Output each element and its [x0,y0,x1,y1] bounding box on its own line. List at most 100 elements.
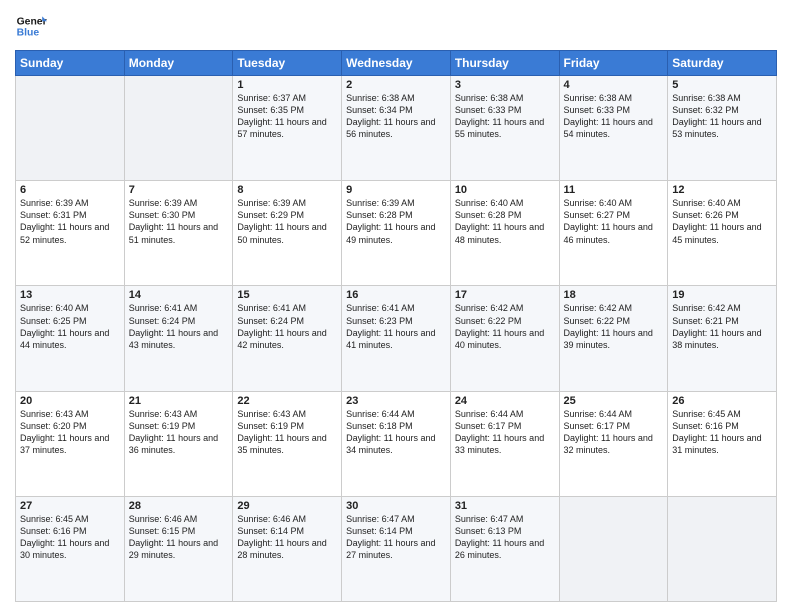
calendar-cell [559,496,668,601]
calendar-week-row: 6Sunrise: 6:39 AM Sunset: 6:31 PM Daylig… [16,181,777,286]
page-container: General Blue SundayMondayTuesdayWednesda… [0,0,792,612]
day-number: 24 [455,395,555,407]
day-number: 17 [455,289,555,301]
day-number: 18 [564,289,664,301]
day-info: Sunrise: 6:38 AM Sunset: 6:34 PM Dayligh… [346,92,446,141]
calendar-cell: 20Sunrise: 6:43 AM Sunset: 6:20 PM Dayli… [16,391,125,496]
day-info: Sunrise: 6:44 AM Sunset: 6:18 PM Dayligh… [346,408,446,457]
calendar-cell [16,76,125,181]
day-number: 9 [346,184,446,196]
day-info: Sunrise: 6:45 AM Sunset: 6:16 PM Dayligh… [20,513,120,562]
day-number: 23 [346,395,446,407]
day-number: 10 [455,184,555,196]
weekday-header-tuesday: Tuesday [233,51,342,76]
calendar-cell: 24Sunrise: 6:44 AM Sunset: 6:17 PM Dayli… [450,391,559,496]
weekday-header-row: SundayMondayTuesdayWednesdayThursdayFrid… [16,51,777,76]
day-info: Sunrise: 6:38 AM Sunset: 6:32 PM Dayligh… [672,92,772,141]
day-number: 25 [564,395,664,407]
day-info: Sunrise: 6:41 AM Sunset: 6:24 PM Dayligh… [129,302,229,351]
day-info: Sunrise: 6:37 AM Sunset: 6:35 PM Dayligh… [237,92,337,141]
day-number: 26 [672,395,772,407]
calendar-cell [124,76,233,181]
day-number: 5 [672,79,772,91]
calendar-cell: 22Sunrise: 6:43 AM Sunset: 6:19 PM Dayli… [233,391,342,496]
day-number: 19 [672,289,772,301]
day-info: Sunrise: 6:47 AM Sunset: 6:13 PM Dayligh… [455,513,555,562]
calendar-cell: 7Sunrise: 6:39 AM Sunset: 6:30 PM Daylig… [124,181,233,286]
weekday-header-monday: Monday [124,51,233,76]
weekday-header-saturday: Saturday [668,51,777,76]
day-info: Sunrise: 6:42 AM Sunset: 6:22 PM Dayligh… [564,302,664,351]
calendar-cell: 19Sunrise: 6:42 AM Sunset: 6:21 PM Dayli… [668,286,777,391]
calendar-cell: 16Sunrise: 6:41 AM Sunset: 6:23 PM Dayli… [342,286,451,391]
calendar-cell: 8Sunrise: 6:39 AM Sunset: 6:29 PM Daylig… [233,181,342,286]
day-info: Sunrise: 6:38 AM Sunset: 6:33 PM Dayligh… [455,92,555,141]
day-info: Sunrise: 6:39 AM Sunset: 6:30 PM Dayligh… [129,197,229,246]
weekday-header-thursday: Thursday [450,51,559,76]
calendar-cell: 6Sunrise: 6:39 AM Sunset: 6:31 PM Daylig… [16,181,125,286]
calendar-cell: 18Sunrise: 6:42 AM Sunset: 6:22 PM Dayli… [559,286,668,391]
day-number: 6 [20,184,120,196]
calendar-cell: 31Sunrise: 6:47 AM Sunset: 6:13 PM Dayli… [450,496,559,601]
day-info: Sunrise: 6:39 AM Sunset: 6:29 PM Dayligh… [237,197,337,246]
day-number: 13 [20,289,120,301]
calendar-cell: 9Sunrise: 6:39 AM Sunset: 6:28 PM Daylig… [342,181,451,286]
weekday-header-wednesday: Wednesday [342,51,451,76]
day-info: Sunrise: 6:46 AM Sunset: 6:14 PM Dayligh… [237,513,337,562]
calendar-cell: 12Sunrise: 6:40 AM Sunset: 6:26 PM Dayli… [668,181,777,286]
day-number: 20 [20,395,120,407]
day-info: Sunrise: 6:43 AM Sunset: 6:19 PM Dayligh… [237,408,337,457]
calendar-cell: 2Sunrise: 6:38 AM Sunset: 6:34 PM Daylig… [342,76,451,181]
page-header: General Blue [15,10,777,42]
svg-text:Blue: Blue [17,28,40,39]
day-info: Sunrise: 6:40 AM Sunset: 6:28 PM Dayligh… [455,197,555,246]
day-info: Sunrise: 6:43 AM Sunset: 6:19 PM Dayligh… [129,408,229,457]
day-info: Sunrise: 6:42 AM Sunset: 6:22 PM Dayligh… [455,302,555,351]
day-info: Sunrise: 6:40 AM Sunset: 6:26 PM Dayligh… [672,197,772,246]
calendar-cell: 26Sunrise: 6:45 AM Sunset: 6:16 PM Dayli… [668,391,777,496]
logo-icon: General Blue [15,10,47,42]
calendar-cell: 27Sunrise: 6:45 AM Sunset: 6:16 PM Dayli… [16,496,125,601]
calendar-cell: 1Sunrise: 6:37 AM Sunset: 6:35 PM Daylig… [233,76,342,181]
day-number: 11 [564,184,664,196]
weekday-header-friday: Friday [559,51,668,76]
calendar-cell: 11Sunrise: 6:40 AM Sunset: 6:27 PM Dayli… [559,181,668,286]
day-info: Sunrise: 6:40 AM Sunset: 6:25 PM Dayligh… [20,302,120,351]
day-number: 7 [129,184,229,196]
day-info: Sunrise: 6:45 AM Sunset: 6:16 PM Dayligh… [672,408,772,457]
day-number: 8 [237,184,337,196]
calendar-week-row: 1Sunrise: 6:37 AM Sunset: 6:35 PM Daylig… [16,76,777,181]
day-info: Sunrise: 6:41 AM Sunset: 6:23 PM Dayligh… [346,302,446,351]
day-info: Sunrise: 6:46 AM Sunset: 6:15 PM Dayligh… [129,513,229,562]
day-number: 27 [20,500,120,512]
calendar-cell: 21Sunrise: 6:43 AM Sunset: 6:19 PM Dayli… [124,391,233,496]
day-info: Sunrise: 6:42 AM Sunset: 6:21 PM Dayligh… [672,302,772,351]
day-number: 2 [346,79,446,91]
calendar-cell [668,496,777,601]
day-number: 31 [455,500,555,512]
calendar-cell: 3Sunrise: 6:38 AM Sunset: 6:33 PM Daylig… [450,76,559,181]
calendar-cell: 28Sunrise: 6:46 AM Sunset: 6:15 PM Dayli… [124,496,233,601]
calendar-week-row: 27Sunrise: 6:45 AM Sunset: 6:16 PM Dayli… [16,496,777,601]
calendar-week-row: 13Sunrise: 6:40 AM Sunset: 6:25 PM Dayli… [16,286,777,391]
day-info: Sunrise: 6:39 AM Sunset: 6:28 PM Dayligh… [346,197,446,246]
calendar-cell: 14Sunrise: 6:41 AM Sunset: 6:24 PM Dayli… [124,286,233,391]
day-number: 21 [129,395,229,407]
day-info: Sunrise: 6:40 AM Sunset: 6:27 PM Dayligh… [564,197,664,246]
day-number: 12 [672,184,772,196]
weekday-header-sunday: Sunday [16,51,125,76]
day-number: 28 [129,500,229,512]
day-number: 3 [455,79,555,91]
calendar-cell: 29Sunrise: 6:46 AM Sunset: 6:14 PM Dayli… [233,496,342,601]
day-number: 1 [237,79,337,91]
calendar-cell: 5Sunrise: 6:38 AM Sunset: 6:32 PM Daylig… [668,76,777,181]
calendar-week-row: 20Sunrise: 6:43 AM Sunset: 6:20 PM Dayli… [16,391,777,496]
day-info: Sunrise: 6:39 AM Sunset: 6:31 PM Dayligh… [20,197,120,246]
day-info: Sunrise: 6:41 AM Sunset: 6:24 PM Dayligh… [237,302,337,351]
day-number: 29 [237,500,337,512]
day-number: 4 [564,79,664,91]
calendar-table: SundayMondayTuesdayWednesdayThursdayFrid… [15,50,777,602]
calendar-cell: 30Sunrise: 6:47 AM Sunset: 6:14 PM Dayli… [342,496,451,601]
day-number: 16 [346,289,446,301]
day-number: 15 [237,289,337,301]
